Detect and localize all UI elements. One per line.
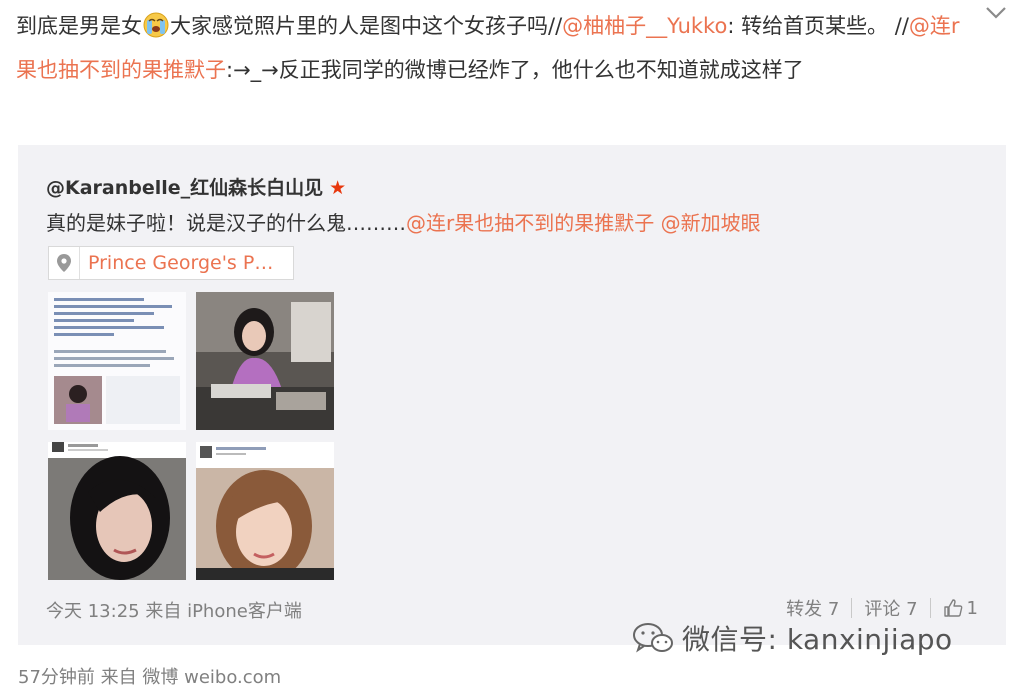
repost-time[interactable]: 今天 13:25 — [46, 601, 140, 622]
original-author: @Karanbelle_红仙森长白山见 ★ — [46, 173, 346, 200]
repost-card: @Karanbelle_红仙森长白山见 ★ 真的是妹子啦！说是汉子的什么鬼………@… — [18, 145, 1006, 645]
post-text-part: :→_→反正我同学的微博已经炸了，他什么也不知道就成这样了 — [226, 58, 804, 82]
repost-meta: 今天 13:25 来自 iPhone客户端 — [46, 597, 302, 623]
like-button[interactable]: 1 — [943, 598, 978, 619]
post-text-part: : 转给首页某些。 // — [727, 14, 909, 38]
photo-thumbnail[interactable] — [48, 292, 186, 430]
post-text-part: 大家感觉照片里的人是图中这个女孩子吗// — [170, 14, 563, 38]
red-star-icon: ★ — [329, 177, 347, 199]
wechat-watermark: 微信号: kanxinjiapo — [632, 618, 953, 658]
wechat-logo-icon — [633, 623, 673, 653]
photo-thumbnail[interactable] — [48, 442, 186, 580]
location-label: Prince George's P… — [88, 252, 274, 274]
location-pin-icon — [49, 247, 80, 279]
original-text-body: 真的是妹子啦！说是汉子的什么鬼……… — [46, 211, 406, 235]
divider — [929, 598, 931, 618]
repost-source: 来自 iPhone客户端 — [145, 601, 302, 622]
photo-thumbnail[interactable] — [196, 442, 334, 580]
post-footer: 57分钟前 来自 微博 weibo.com — [18, 663, 281, 689]
original-text: 真的是妹子啦！说是汉子的什么鬼………@连r果也抽不到的果推默子 @新加坡眼 — [46, 207, 761, 236]
thumbs-up-icon — [943, 599, 962, 617]
like-count: 1 — [966, 597, 978, 619]
mention-link[interactable]: @柚柚子__Yukko — [562, 14, 727, 38]
location-tag[interactable]: Prince George's P… — [48, 246, 294, 280]
post-source-label: 来自 — [100, 667, 137, 688]
divider — [851, 598, 853, 618]
watermark-text: 微信号: kanxinjiapo — [682, 623, 953, 656]
post-source[interactable]: 微博 weibo.com — [142, 667, 281, 688]
author-link[interactable]: @Karanbelle_红仙森长白山见 — [46, 177, 323, 199]
post-time[interactable]: 57分钟前 — [18, 667, 95, 688]
mention-link[interactable]: @新加坡眼 — [661, 211, 761, 235]
crying-face-emoji-icon — [143, 9, 169, 38]
post-text: 到底是男是女 大家感觉照片里的人是图中这个女孩子吗//@柚柚子__Yukko: … — [16, 4, 976, 92]
expand-chevron-icon[interactable] — [982, 0, 1010, 28]
photo-thumbnail[interactable] — [196, 292, 334, 430]
mention-link[interactable]: @连r果也抽不到的果推默子 — [406, 211, 654, 235]
post-text-part: 到底是男是女 — [16, 14, 142, 38]
